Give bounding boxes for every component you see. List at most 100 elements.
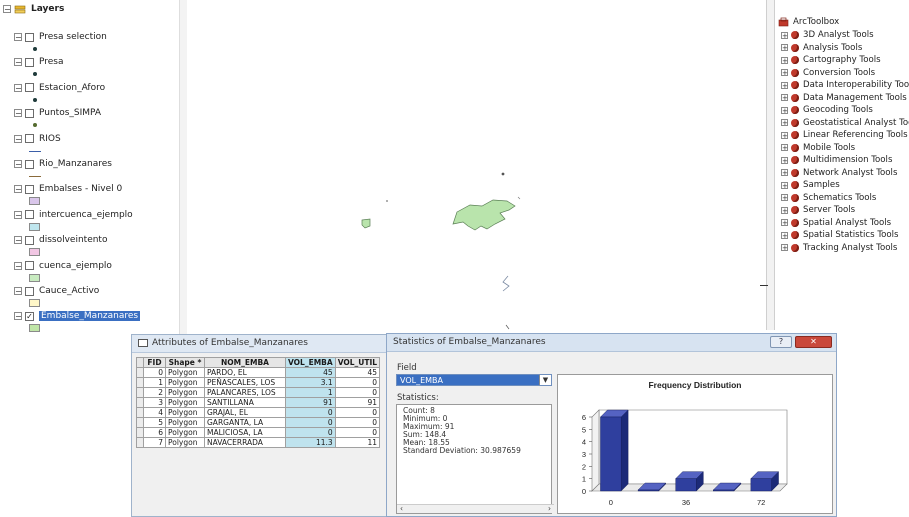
table-row[interactable]: 4 Polygon GRAJAL, EL 0 0 xyxy=(136,407,381,418)
table-cell[interactable]: 45 xyxy=(285,367,336,378)
layer-visibility-checkbox[interactable] xyxy=(25,184,34,194)
table-cell[interactable]: 0 xyxy=(285,417,336,428)
table-row[interactable]: 7 Polygon NAVACERRADA 11.3 11 xyxy=(136,437,381,448)
expand-icon[interactable]: + xyxy=(781,244,788,252)
expand-icon[interactable]: + xyxy=(781,106,788,114)
table-cell[interactable]: 5 xyxy=(143,417,166,428)
table-cell[interactable]: NAVACERRADA xyxy=(204,437,286,448)
expand-icon[interactable]: + xyxy=(781,219,788,227)
collapse-icon[interactable]: − xyxy=(14,236,22,245)
expand-icon[interactable]: + xyxy=(781,156,788,164)
table-cell[interactable]: PARDO, EL xyxy=(204,367,286,378)
expand-icon[interactable]: + xyxy=(781,81,788,89)
toolbox-item-tracking-analyst-tools[interactable]: + Tracking Analyst Tools xyxy=(775,242,897,254)
table-row[interactable]: 6 Polygon MALICIOSA, LA 0 0 xyxy=(136,427,381,438)
table-cell[interactable]: Polygon xyxy=(165,437,205,448)
layer-visibility-checkbox[interactable] xyxy=(25,57,34,67)
collapse-icon[interactable]: − xyxy=(14,58,22,67)
table-cell[interactable]: 0 xyxy=(334,377,381,388)
expand-icon[interactable]: + xyxy=(781,206,788,214)
layer-embalse-manzanares[interactable]: − ✓ Embalse_Manzanares xyxy=(0,309,141,323)
column-header-vol-util[interactable]: VOL_UTIL xyxy=(334,357,381,368)
table-cell[interactable]: PEÑASCALES, LOS xyxy=(204,377,286,388)
layers-root[interactable]: − Layers xyxy=(0,2,64,16)
statistics-textbox[interactable]: Count: 8 Minimum: 0 Maximum: 91 Sum: 148.4 M… xyxy=(396,404,554,514)
expand-icon[interactable]: + xyxy=(781,56,788,64)
toolbox-item-conversion-tools[interactable]: + Conversion Tools xyxy=(775,67,875,79)
scroll-right-icon[interactable]: › xyxy=(548,505,551,513)
layer-visibility-checkbox[interactable]: ✓ xyxy=(25,311,34,321)
map-view[interactable] xyxy=(187,0,773,330)
table-cell[interactable]: 91 xyxy=(334,397,381,408)
layer-estacion-aforo[interactable]: − Estacion_Aforo xyxy=(0,81,105,95)
toolbox-item-geocoding-tools[interactable]: + Geocoding Tools xyxy=(775,104,873,116)
layer-presa[interactable]: − Presa xyxy=(0,55,64,69)
statistics-titlebar[interactable]: Statistics of Embalse_Manzanares ? ✕ xyxy=(387,334,836,352)
toolbox-item-spatial-analyst-tools[interactable]: + Spatial Analyst Tools xyxy=(775,217,891,229)
row-selector[interactable] xyxy=(136,427,144,438)
row-selector[interactable] xyxy=(136,407,144,418)
layer-embalses-nivel-0[interactable]: − Embalses - Nivel 0 xyxy=(0,182,122,196)
toolbox-item-3d-analyst-tools[interactable]: +3D Analyst Tools xyxy=(775,29,874,41)
layer-visibility-checkbox[interactable] xyxy=(25,134,34,144)
map-canvas[interactable] xyxy=(187,0,773,330)
layer-rio-manzanares[interactable]: − Rio_Manzanares xyxy=(0,157,112,171)
table-cell[interactable]: PALANCARES, LOS xyxy=(204,387,286,398)
table-cell[interactable]: 3 xyxy=(143,397,166,408)
expand-icon[interactable]: + xyxy=(781,44,788,52)
table-cell[interactable]: 7 xyxy=(143,437,166,448)
row-selector[interactable] xyxy=(136,397,144,408)
layer-intercuenca-ejemplo[interactable]: − intercuenca_ejemplo xyxy=(0,208,133,222)
column-header-vol-emba[interactable]: VOL_EMBA xyxy=(285,357,336,368)
expand-icon[interactable]: + xyxy=(781,169,788,177)
toolbox-item-schematics-tools[interactable]: + Schematics Tools xyxy=(775,192,876,204)
toolbox-item-server-tools[interactable]: + Server Tools xyxy=(775,204,855,216)
expand-icon[interactable]: + xyxy=(781,31,788,39)
table-cell[interactable]: 2 xyxy=(143,387,166,398)
table-row[interactable]: 1 Polygon PEÑASCALES, LOS 3.1 0 xyxy=(136,377,381,388)
toolbox-item-analysis-tools[interactable]: + Analysis Tools xyxy=(775,42,862,54)
collapse-icon[interactable]: − xyxy=(14,261,22,270)
table-cell[interactable]: GRAJAL, EL xyxy=(204,407,286,418)
help-button[interactable]: ? xyxy=(770,336,792,348)
field-dropdown[interactable]: VOL_EMBA ▼ xyxy=(396,374,552,386)
collapse-icon[interactable]: − xyxy=(3,5,11,14)
toolbox-item-data-interoperability-tools[interactable]: + Data Interoperability Tools xyxy=(775,79,909,91)
collapse-icon[interactable]: − xyxy=(14,83,22,92)
table-cell[interactable]: Polygon xyxy=(165,387,205,398)
toolbox-item-mobile-tools[interactable]: + Mobile Tools xyxy=(775,142,855,154)
collapse-icon[interactable]: − xyxy=(14,33,22,42)
table-cell[interactable]: 3.1 xyxy=(285,377,336,388)
expand-icon[interactable]: + xyxy=(781,181,788,189)
table-cell[interactable]: Polygon xyxy=(165,417,205,428)
close-button[interactable]: ✕ xyxy=(795,336,832,348)
layer-visibility-checkbox[interactable] xyxy=(25,286,34,296)
attribute-table-titlebar[interactable]: Attributes of Embalse_Manzanares xyxy=(132,335,393,353)
toolbox-item-samples[interactable]: + Samples xyxy=(775,179,840,191)
table-cell[interactable]: Polygon xyxy=(165,407,205,418)
table-cell[interactable]: 11 xyxy=(334,437,381,448)
toolbox-item-geostatistical-analyst-tools[interactable]: + Geostatistical Analyst Tools xyxy=(775,117,909,129)
layer-visibility-checkbox[interactable] xyxy=(25,261,34,271)
collapse-icon[interactable]: − xyxy=(14,160,22,169)
expand-icon[interactable]: + xyxy=(781,131,788,139)
table-cell[interactable]: 4 xyxy=(143,407,166,418)
table-cell[interactable]: Polygon xyxy=(165,377,205,388)
row-selector[interactable] xyxy=(136,417,144,428)
layer-rios[interactable]: − RIOS xyxy=(0,132,61,146)
toolbox-item-linear-referencing-tools[interactable]: + Linear Referencing Tools xyxy=(775,129,908,141)
expand-icon[interactable]: + xyxy=(781,231,788,239)
column-header-fid[interactable]: FID xyxy=(143,357,166,368)
column-header-shape[interactable]: Shape * xyxy=(165,357,205,368)
table-cell[interactable]: 45 xyxy=(334,367,381,378)
toolbox-item-cartography-tools[interactable]: + Cartography Tools xyxy=(775,54,881,66)
expand-icon[interactable]: + xyxy=(781,144,788,152)
table-row[interactable]: 2 Polygon PALANCARES, LOS 1 0 xyxy=(136,387,381,398)
layer-cauce-activo[interactable]: − Cauce_Activo xyxy=(0,284,99,298)
table-cell[interactable]: 0 xyxy=(285,427,336,438)
toolbox-item-data-management-tools[interactable]: + Data Management Tools xyxy=(775,92,907,104)
table-cell[interactable]: 0 xyxy=(334,427,381,438)
layer-presa-selection[interactable]: − Presa selection xyxy=(0,30,107,44)
map-scrollbar[interactable] xyxy=(766,0,774,330)
table-cell[interactable]: Polygon xyxy=(165,427,205,438)
